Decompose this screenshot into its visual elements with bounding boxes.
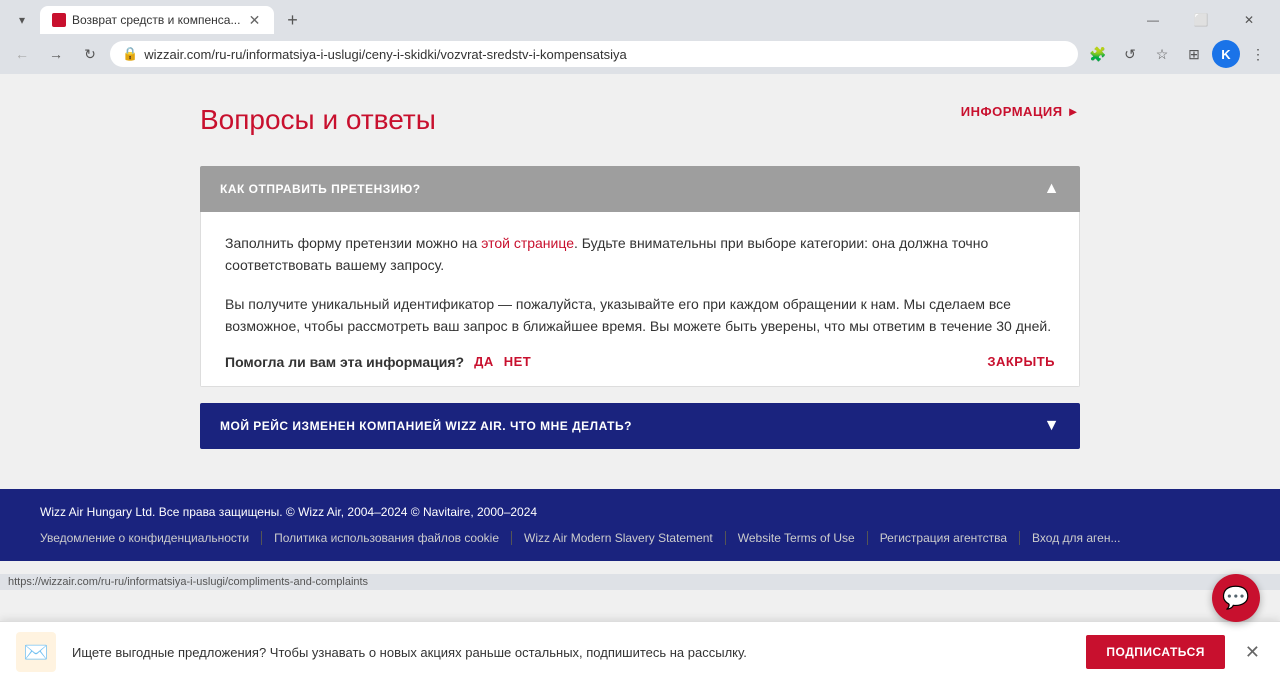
url-text: wizzair.com/ru-ru/informatsiya-i-uslugi/… — [144, 47, 1066, 62]
footer-link-privacy[interactable]: Уведомление о конфиденциальности — [40, 531, 262, 545]
refresh-button[interactable]: ↻ — [76, 40, 104, 68]
forward-button[interactable]: → — [42, 40, 70, 68]
profile-button[interactable]: K — [1212, 40, 1240, 68]
complaint-form-link[interactable]: этой странице — [481, 235, 574, 251]
accordion-arrow-2: ▼ — [1044, 417, 1060, 435]
accordion-header-2[interactable]: МОЙ РЕЙС ИЗМЕНЕН КОМПАНИЕЙ WIZZ AIR. ЧТО… — [200, 403, 1080, 449]
footer-link-terms[interactable]: Website Terms of Use — [726, 531, 868, 545]
feedback-yes-button[interactable]: ДА — [474, 354, 494, 369]
feedback-row: Помогла ли вам эта информация? ДА НЕТ ЗА… — [225, 354, 1055, 370]
accordion-body-1: Заполнить форму претензии можно на этой … — [200, 212, 1080, 387]
bookmark-icon[interactable]: ☆ — [1148, 40, 1176, 68]
accordion-item-1: КАК ОТПРАВИТЬ ПРЕТЕНЗИЮ? ▲ Заполнить фор… — [200, 166, 1080, 387]
accordion-item-2: МОЙ РЕЙС ИЗМЕНЕН КОМПАНИЕЙ WIZZ AIR. ЧТО… — [200, 403, 1080, 449]
accordion-title-1: КАК ОТПРАВИТЬ ПРЕТЕНЗИЮ? — [220, 182, 421, 196]
status-url: https://wizzair.com/ru-ru/informatsiya-i… — [8, 576, 368, 588]
footer-link-cookies[interactable]: Политика использования файлов cookie — [262, 531, 512, 545]
accordion-paragraph-1: Заполнить форму претензии можно на этой … — [225, 232, 1055, 277]
footer-link-agent-login[interactable]: Вход для аген... — [1020, 531, 1132, 545]
accordion-close-button[interactable]: ЗАКРЫТЬ — [987, 354, 1055, 369]
menu-icon[interactable]: ⋮ — [1244, 40, 1272, 68]
tab-switch-icon[interactable]: ▾ — [8, 6, 36, 34]
footer-links: Уведомление о конфиденциальности Политик… — [40, 531, 1240, 545]
toolbar-icons: 🧩 ↺ ☆ ⊞ K ⋮ — [1084, 40, 1272, 68]
footer-link-agency[interactable]: Регистрация агентства — [868, 531, 1020, 545]
tab-favicon — [52, 13, 66, 27]
page-title: Вопросы и ответы — [200, 104, 436, 136]
close-button[interactable]: ✕ — [1226, 6, 1272, 34]
feedback-question: Помогла ли вам эта информация? — [225, 354, 464, 370]
refresh-page-icon[interactable]: ↺ — [1116, 40, 1144, 68]
active-tab[interactable]: Возврат средств и компенса... ✕ — [40, 6, 274, 34]
feedback-left: Помогла ли вам эта информация? ДА НЕТ — [225, 354, 531, 370]
info-link-arrow: ► — [1067, 104, 1080, 119]
footer-link-slavery[interactable]: Wizz Air Modern Slavery Statement — [512, 531, 726, 545]
page-header: Вопросы и ответы ИНФОРМАЦИЯ ► — [200, 104, 1080, 136]
accordion-paragraph-2: Вы получите уникальный идентификатор — п… — [225, 293, 1055, 338]
info-link[interactable]: ИНФОРМАЦИЯ ► — [961, 104, 1080, 119]
feedback-no-button[interactable]: НЕТ — [504, 354, 532, 369]
footer: Wizz Air Hungary Ltd. Все права защищены… — [0, 489, 1280, 561]
maximize-button[interactable]: ⬜ — [1178, 6, 1224, 34]
extensions-icon[interactable]: 🧩 — [1084, 40, 1112, 68]
info-link-label: ИНФОРМАЦИЯ — [961, 104, 1063, 119]
window-controls: — ⬜ ✕ — [1130, 6, 1272, 34]
tab-title: Возврат средств и компенса... — [72, 13, 240, 27]
tab-close-button[interactable]: ✕ — [246, 12, 262, 28]
accordion-arrow-1: ▲ — [1044, 180, 1060, 198]
back-button[interactable]: ← — [8, 40, 36, 68]
status-bar: https://wizzair.com/ru-ru/informatsiya-i… — [0, 574, 1280, 590]
new-tab-button[interactable]: + — [278, 6, 306, 34]
footer-copyright: Wizz Air Hungary Ltd. Все права защищены… — [40, 505, 1240, 519]
sidebar-icon[interactable]: ⊞ — [1180, 40, 1208, 68]
accordion-header-1[interactable]: КАК ОТПРАВИТЬ ПРЕТЕНЗИЮ? ▲ — [200, 166, 1080, 212]
accordion-title-2: МОЙ РЕЙС ИЗМЕНЕН КОМПАНИЕЙ WIZZ AIR. ЧТО… — [220, 419, 632, 433]
minimize-button[interactable]: — — [1130, 6, 1176, 34]
address-bar[interactable]: 🔒 wizzair.com/ru-ru/informatsiya-i-uslug… — [110, 41, 1078, 67]
